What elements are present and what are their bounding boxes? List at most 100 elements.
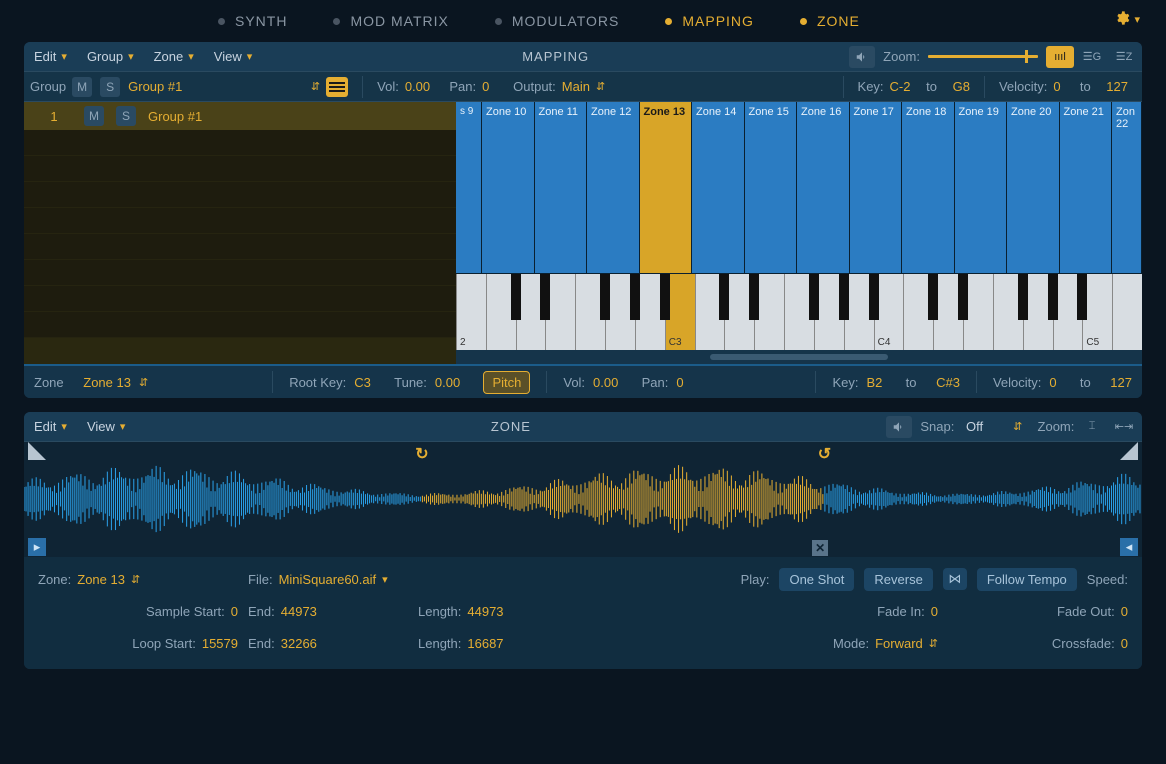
sample-length-value[interactable]: 44973 xyxy=(467,604,503,619)
tab-synth[interactable]: SYNTH xyxy=(200,7,305,35)
view-mode-group-list[interactable]: ☰G xyxy=(1078,46,1106,68)
follow-tempo-button[interactable]: Follow Tempo xyxy=(977,568,1077,591)
updown-icon: ⇵ xyxy=(131,573,140,586)
zone-cell[interactable]: Zone 15 xyxy=(745,102,798,273)
loop-start-marker[interactable]: ↻ xyxy=(415,444,433,462)
snap-selector[interactable]: Off⇵ xyxy=(958,417,1030,436)
mapping-title: MAPPING xyxy=(262,49,849,64)
zone-cell[interactable]: Zone 10 xyxy=(482,102,535,273)
fade-in-value[interactable]: 0 xyxy=(931,604,938,619)
zone-cell[interactable]: Zone 12 xyxy=(587,102,640,273)
zoom-slider[interactable] xyxy=(928,55,1038,58)
zoom-fit-button[interactable]: ⇤⇥ xyxy=(1110,416,1138,438)
file-name[interactable]: MiniSquare60.aif xyxy=(279,572,377,587)
tab-zone[interactable]: ZONE xyxy=(782,7,878,35)
row-mute-button[interactable]: M xyxy=(84,106,104,126)
loop-mode-value[interactable]: Forward xyxy=(875,636,923,651)
flex-button[interactable]: ⋈ xyxy=(943,568,967,590)
zone-cell[interactable]: Zone 11 xyxy=(535,102,588,273)
loop-start-value[interactable]: 15579 xyxy=(202,636,238,651)
group-solo-button[interactable]: S xyxy=(100,77,120,97)
zone-cell[interactable]: Zone 16 xyxy=(797,102,850,273)
loop-length-value[interactable]: 16687 xyxy=(467,636,503,651)
zoom-label: Zoom: xyxy=(883,49,920,64)
zone-parameters: Zone: Zone 13 ⇵ File: MiniSquare60.aif ▾… xyxy=(24,557,1142,669)
tab-mod-matrix[interactable]: MOD MATRIX xyxy=(315,7,466,35)
group-vel-high[interactable]: 127 xyxy=(1106,79,1128,94)
group-vel-low[interactable]: 0 xyxy=(1053,79,1060,94)
group-selector[interactable]: Group #1 ⇵ xyxy=(128,77,348,97)
zoom-vertical-button[interactable]: ⌶ xyxy=(1078,416,1106,438)
nav-right-button[interactable]: ◂ xyxy=(1120,538,1138,556)
nav-left-button[interactable]: ▸ xyxy=(28,538,46,556)
zone-name[interactable]: Zone 13 xyxy=(83,375,131,390)
zone-audition-button[interactable] xyxy=(886,416,912,438)
zone-view-menu[interactable]: View▾ xyxy=(77,412,135,442)
zone-cell[interactable]: Zon 22 xyxy=(1112,102,1142,273)
zone-cell[interactable]: s 9 xyxy=(456,102,482,273)
zone-cell-selected[interactable]: Zone 13 xyxy=(640,102,693,273)
group-param-row: Group M S Group #1 ⇵ Vol: 0.00 Pan: 0 Ou… xyxy=(24,72,1142,102)
mapping-zone-menu[interactable]: Zone▾ xyxy=(144,42,204,72)
zone-cell[interactable]: Zone 14 xyxy=(692,102,745,273)
tab-mapping[interactable]: MAPPING xyxy=(647,7,772,35)
zone-cell[interactable]: Zone 18 xyxy=(902,102,955,273)
zone-map: s 9 Zone 10 Zone 11 Zone 12 Zone 13 Zone… xyxy=(456,102,1142,364)
group-vol-value[interactable]: 0.00 xyxy=(405,79,430,94)
group-key-low[interactable]: C-2 xyxy=(890,79,911,94)
zone-cell[interactable]: Zone 19 xyxy=(955,102,1008,273)
group-mute-button[interactable]: M xyxy=(72,77,92,97)
loop-close-button[interactable]: ✕ xyxy=(812,540,828,556)
group-label: Group xyxy=(30,79,66,94)
updown-icon: ⇵ xyxy=(311,80,320,93)
view-mode-keymap[interactable]: ıııl xyxy=(1046,46,1074,68)
horizontal-scrollbar[interactable] xyxy=(456,350,1142,364)
loop-end-marker[interactable]: ↺ xyxy=(818,444,836,462)
loop-end-value[interactable]: 32266 xyxy=(281,636,317,651)
group-output-value[interactable]: Main xyxy=(562,79,590,94)
list-item xyxy=(24,208,456,234)
mapping-group-menu[interactable]: Group▾ xyxy=(77,42,144,72)
settings-button[interactable]: ▾ xyxy=(1114,10,1140,29)
zone-vel-low[interactable]: 0 xyxy=(1049,375,1056,390)
pitch-button[interactable]: Pitch xyxy=(483,371,530,394)
sample-end-value[interactable]: 44973 xyxy=(281,604,317,619)
one-shot-button[interactable]: One Shot xyxy=(779,568,854,591)
updown-icon: ⇵ xyxy=(929,637,938,650)
mapping-edit-menu[interactable]: Edit▾ xyxy=(24,42,77,72)
view-mode-zone-list[interactable]: ☰Z xyxy=(1110,46,1138,68)
zone-pan-value[interactable]: 0 xyxy=(676,375,683,390)
fade-out-value[interactable]: 0 xyxy=(1121,604,1128,619)
sample-start-value[interactable]: 0 xyxy=(231,604,238,619)
reverse-button[interactable]: Reverse xyxy=(864,568,932,591)
crossfade-value[interactable]: 0 xyxy=(1121,636,1128,651)
audition-button[interactable] xyxy=(849,46,875,68)
zone-cell[interactable]: Zone 17 xyxy=(850,102,903,273)
tab-modulators[interactable]: MODULATORS xyxy=(477,7,638,35)
zone-cell[interactable]: Zone 21 xyxy=(1060,102,1113,273)
root-key-value[interactable]: C3 xyxy=(354,375,371,390)
zone-strip[interactable]: s 9 Zone 10 Zone 11 Zone 12 Zone 13 Zone… xyxy=(456,102,1142,274)
group-key-high[interactable]: G8 xyxy=(953,79,970,94)
list-item xyxy=(24,234,456,260)
zone-vol-value[interactable]: 0.00 xyxy=(593,375,618,390)
top-tabs: SYNTH MOD MATRIX MODULATORS MAPPING ZONE… xyxy=(0,0,1166,42)
piano-keyboard[interactable]: 2C3C4C5 xyxy=(456,274,1142,350)
scrollbar-thumb[interactable] xyxy=(710,354,888,360)
list-item xyxy=(24,130,456,156)
zone-edit-menu[interactable]: Edit▾ xyxy=(24,412,77,442)
mapping-view-menu[interactable]: View▾ xyxy=(204,42,262,72)
zone-key-high[interactable]: C#3 xyxy=(936,375,960,390)
zone-vel-high[interactable]: 127 xyxy=(1110,375,1132,390)
group-list: 1 M S Group #1 xyxy=(24,102,456,364)
zone-title: ZONE xyxy=(135,419,886,434)
waveform-area[interactable]: ↻ ↺ ✕ ▸ ◂ xyxy=(24,442,1142,557)
zone-cell[interactable]: Zone 20 xyxy=(1007,102,1060,273)
group-list-row[interactable]: 1 M S Group #1 xyxy=(24,102,456,130)
zone-info-name[interactable]: Zone 13 xyxy=(77,572,125,587)
tune-value[interactable]: 0.00 xyxy=(435,375,460,390)
group-list-toggle[interactable] xyxy=(326,77,348,97)
group-pan-value[interactable]: 0 xyxy=(482,79,489,94)
row-solo-button[interactable]: S xyxy=(116,106,136,126)
zone-key-low[interactable]: B2 xyxy=(866,375,882,390)
